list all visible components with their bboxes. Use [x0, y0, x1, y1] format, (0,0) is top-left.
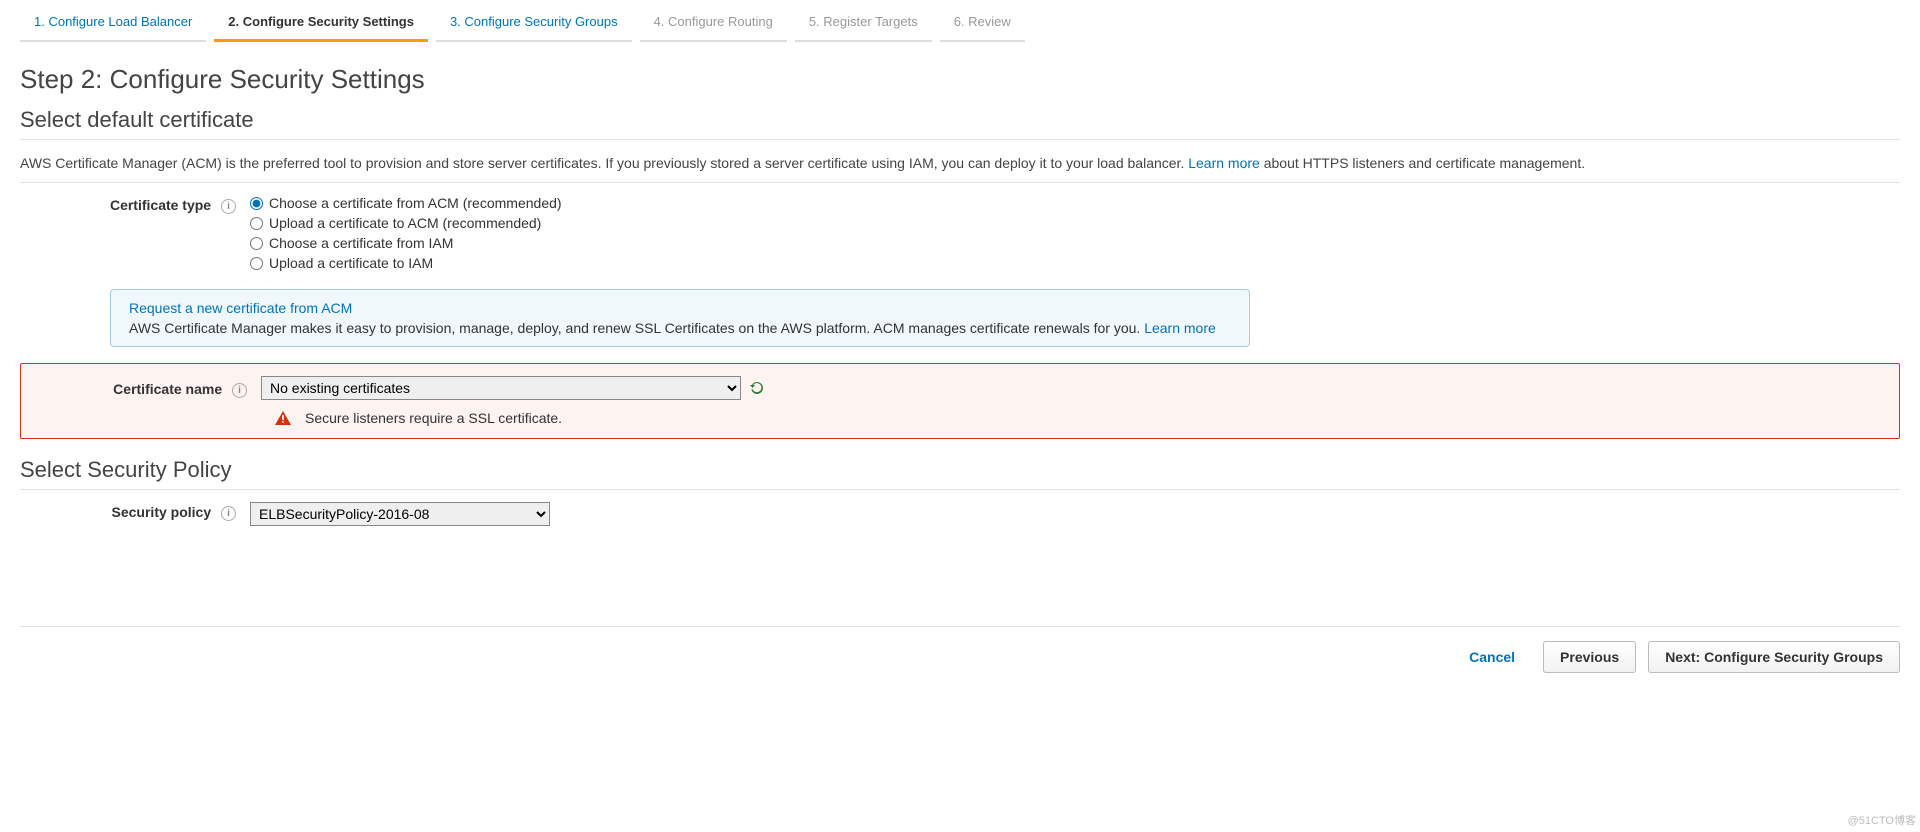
wizard-step-4: 4. Configure Routing: [640, 8, 787, 42]
acm-info-text: AWS Certificate Manager makes it easy to…: [129, 320, 1144, 336]
info-icon[interactable]: i: [221, 199, 236, 214]
certificate-name-error-box: Certificate name i No existing certifica…: [20, 363, 1900, 439]
footer-actions: Cancel Previous Next: Configure Security…: [20, 626, 1900, 693]
request-certificate-link[interactable]: Request a new certificate from ACM: [129, 300, 1231, 316]
cert-desc-text: AWS Certificate Manager (ACM) is the pre…: [20, 155, 1188, 171]
cert-type-option-label: Choose a certificate from IAM: [269, 235, 453, 251]
cert-type-option-label: Upload a certificate to ACM (recommended…: [269, 215, 541, 231]
certificate-type-label-text: Certificate type: [110, 197, 211, 213]
section-title-certificate: Select default certificate: [20, 107, 1900, 133]
page-title: Step 2: Configure Security Settings: [20, 64, 1900, 95]
wizard-steps: 1. Configure Load Balancer 2. Configure …: [20, 0, 1900, 50]
divider: [20, 489, 1900, 490]
cert-type-option-acm-upload[interactable]: Upload a certificate to ACM (recommended…: [250, 215, 1900, 231]
radio-iam-upload[interactable]: [250, 257, 263, 270]
divider: [20, 139, 1900, 140]
cert-type-option-acm-choose[interactable]: Choose a certificate from ACM (recommend…: [250, 195, 1900, 211]
radio-acm-choose[interactable]: [250, 197, 263, 210]
section-title-policy: Select Security Policy: [20, 457, 1900, 483]
cert-type-option-label: Choose a certificate from ACM (recommend…: [269, 195, 562, 211]
certificate-description: AWS Certificate Manager (ACM) is the pre…: [20, 152, 1900, 174]
wizard-step-1[interactable]: 1. Configure Load Balancer: [20, 8, 206, 42]
wizard-step-3[interactable]: 3. Configure Security Groups: [436, 8, 632, 42]
certificate-name-label: Certificate name i: [31, 379, 261, 398]
certificate-name-select[interactable]: No existing certificates: [261, 376, 741, 400]
error-text: Secure listeners require a SSL certifica…: [305, 410, 562, 426]
previous-button[interactable]: Previous: [1543, 641, 1636, 673]
radio-acm-upload[interactable]: [250, 217, 263, 230]
certificate-type-label: Certificate type i: [20, 195, 250, 214]
cert-type-option-iam-choose[interactable]: Choose a certificate from IAM: [250, 235, 1900, 251]
cancel-button[interactable]: Cancel: [1453, 642, 1531, 672]
wizard-step-2[interactable]: 2. Configure Security Settings: [214, 8, 428, 42]
divider: [20, 182, 1900, 183]
security-policy-label-text: Security policy: [112, 504, 212, 520]
wizard-step-6: 6. Review: [940, 8, 1025, 42]
learn-more-link[interactable]: Learn more: [1188, 155, 1260, 171]
security-policy-row: Security policy i ELBSecurityPolicy-2016…: [20, 502, 1900, 526]
security-policy-label: Security policy i: [20, 502, 250, 521]
security-policy-select[interactable]: ELBSecurityPolicy-2016-08: [250, 502, 550, 526]
refresh-icon[interactable]: [749, 380, 765, 396]
cert-type-option-label: Upload a certificate to IAM: [269, 255, 433, 271]
warning-icon: [275, 411, 291, 425]
next-button[interactable]: Next: Configure Security Groups: [1648, 641, 1900, 673]
certificate-error-message: Secure listeners require a SSL certifica…: [275, 410, 1889, 426]
certificate-name-label-text: Certificate name: [113, 381, 222, 397]
info-icon[interactable]: i: [232, 383, 247, 398]
acm-learn-more-link[interactable]: Learn more: [1144, 320, 1216, 336]
watermark: @51CTO博客: [1848, 812, 1916, 828]
cert-desc-text-b: about HTTPS listeners and certificate ma…: [1264, 155, 1585, 171]
acm-info-box: Request a new certificate from ACM AWS C…: [110, 289, 1250, 347]
wizard-step-5: 5. Register Targets: [795, 8, 932, 42]
radio-iam-choose[interactable]: [250, 237, 263, 250]
info-icon[interactable]: i: [221, 506, 236, 521]
certificate-type-options: Choose a certificate from ACM (recommend…: [250, 195, 1900, 275]
certificate-type-row: Certificate type i Choose a certificate …: [20, 195, 1900, 275]
cert-type-option-iam-upload[interactable]: Upload a certificate to IAM: [250, 255, 1900, 271]
